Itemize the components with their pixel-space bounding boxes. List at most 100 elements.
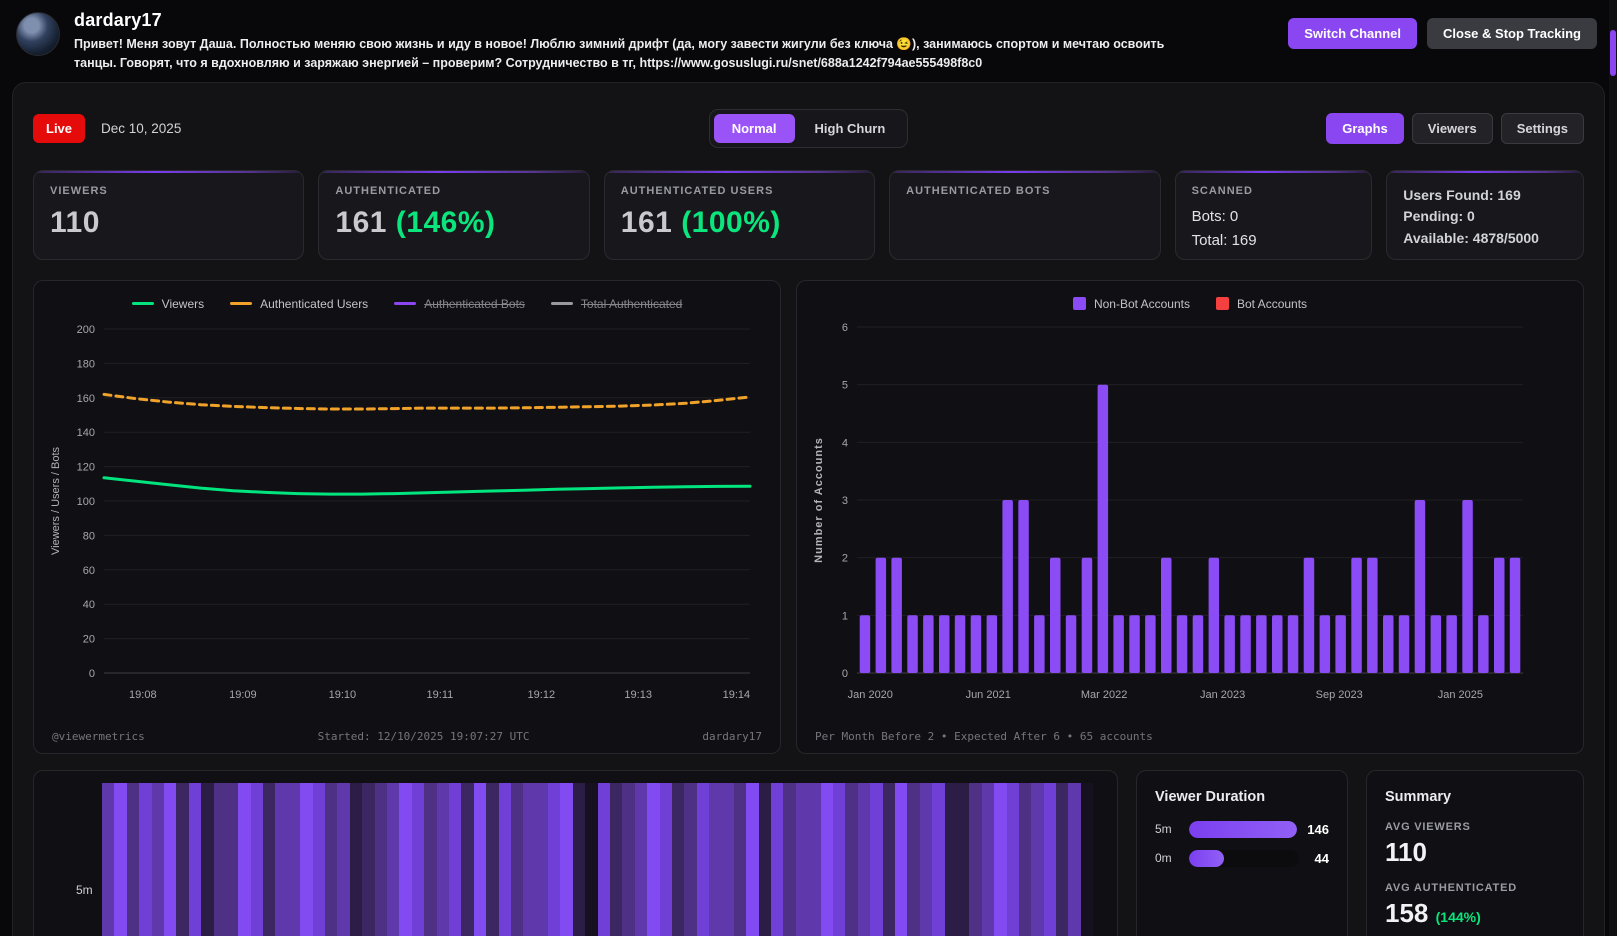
- card-viewers: VIEWERS 110: [33, 170, 304, 260]
- tab-settings[interactable]: Settings: [1501, 113, 1584, 144]
- heatmap-cell: [325, 783, 337, 936]
- bar: [1335, 615, 1346, 673]
- duration-value: 146: [1307, 822, 1329, 837]
- svg-text:Jan 2023: Jan 2023: [1200, 689, 1245, 701]
- svg-text:19:10: 19:10: [329, 689, 357, 701]
- authenticated-percent: (146%): [396, 206, 496, 239]
- heatmap-cell: [275, 783, 287, 936]
- scrollbar[interactable]: [1609, 0, 1617, 936]
- svg-text:Viewers / Users / Bots: Viewers / Users / Bots: [50, 446, 62, 554]
- heatmap-cell: [511, 783, 523, 936]
- avg-viewers-label: AVG VIEWERS: [1385, 821, 1565, 833]
- legend-item[interactable]: Authenticated Bots: [394, 297, 525, 311]
- switch-channel-button[interactable]: Switch Channel: [1288, 18, 1417, 49]
- bar: [876, 557, 887, 672]
- bar: [1288, 615, 1299, 673]
- bar: [1320, 615, 1331, 673]
- tab-graphs[interactable]: Graphs: [1326, 113, 1404, 144]
- bar: [955, 615, 966, 673]
- heatmap-cell: [746, 783, 758, 936]
- bar: [1494, 557, 1505, 672]
- summary-title: Summary: [1385, 789, 1565, 805]
- churn-mode-toggle: Normal High Churn: [709, 109, 909, 148]
- toggle-high-churn[interactable]: High Churn: [797, 114, 904, 143]
- legend-item[interactable]: Total Authenticated: [551, 297, 682, 311]
- heatmap-cell: [870, 783, 882, 936]
- heatmap-cell: [858, 783, 870, 936]
- heatmap-cell: [945, 783, 957, 936]
- legend-item[interactable]: Bot Accounts: [1216, 297, 1307, 311]
- heatmap-cell: [722, 783, 734, 936]
- bottom-row: 5m Viewer Duration 5m1460m44 Summary AVG…: [33, 770, 1584, 936]
- svg-text:100: 100: [77, 496, 95, 508]
- toggle-normal[interactable]: Normal: [714, 114, 795, 143]
- svg-text:19:08: 19:08: [129, 689, 157, 701]
- heatmap-cell: [845, 783, 857, 936]
- bar-footer-text: Per Month Before 2 • Expected After 6 • …: [815, 730, 1153, 743]
- bar: [939, 615, 950, 673]
- bar: [1272, 615, 1283, 673]
- svg-text:Sep 2023: Sep 2023: [1316, 689, 1363, 701]
- bar: [971, 615, 982, 673]
- svg-text:19:11: 19:11: [427, 689, 454, 701]
- heatmap-cell: [536, 783, 548, 936]
- bar: [1082, 557, 1093, 672]
- heatmap-cell: [771, 783, 783, 936]
- heatmap-cell: [214, 783, 226, 936]
- heatmap-row-label: 5m: [76, 883, 93, 897]
- heatmap-cell: [598, 783, 610, 936]
- card-authenticated-users: AUTHENTICATED USERS 161 (100%): [604, 170, 875, 260]
- heatmap-cell: [164, 783, 176, 936]
- bar: [1351, 557, 1362, 672]
- bar: [1431, 615, 1442, 673]
- heatmap-cell: [399, 783, 411, 936]
- bar: [1383, 615, 1394, 673]
- legend-item[interactable]: Viewers: [132, 297, 204, 311]
- legend-label: Viewers: [162, 297, 204, 311]
- card-label: AUTHENTICATED: [335, 185, 572, 197]
- svg-text:180: 180: [77, 358, 95, 370]
- heatmap-cell: [461, 783, 473, 936]
- heatmap-cell: [548, 783, 560, 936]
- heatmap-cell: [759, 783, 771, 936]
- close-stop-tracking-button[interactable]: Close & Stop Tracking: [1427, 18, 1597, 49]
- line-chart-legend: Viewers Authenticated Users Authenticated …: [46, 291, 768, 315]
- viewers-value: 110: [50, 206, 287, 240]
- heatmap-cell: [152, 783, 164, 936]
- stats-row: VIEWERS 110 AUTHENTICATED 161 (146%) AUT…: [33, 170, 1584, 260]
- heatmap-cell: [783, 783, 795, 936]
- heatmap-cell: [362, 783, 374, 936]
- bar: [1510, 557, 1521, 672]
- heatmap-cell: [263, 783, 275, 936]
- scrollbar-thumb[interactable]: [1610, 30, 1616, 76]
- channel-avatar[interactable]: [16, 12, 60, 56]
- heatmap-cell: [300, 783, 312, 936]
- legend-item[interactable]: Authenticated Users: [230, 297, 368, 311]
- avg-authenticated-percent: (144%): [1436, 909, 1481, 925]
- svg-text:Jan 2025: Jan 2025: [1438, 689, 1483, 701]
- bar: [1240, 615, 1251, 673]
- avg-authenticated-label: AVG AUTHENTICATED: [1385, 882, 1565, 894]
- bar: [1018, 500, 1029, 673]
- legend-item[interactable]: Non-Bot Accounts: [1073, 297, 1190, 311]
- svg-text:160: 160: [77, 393, 95, 405]
- duration-bar-fill: [1189, 821, 1298, 838]
- svg-text:19:13: 19:13: [624, 689, 652, 701]
- card-label: AUTHENTICATED BOTS: [906, 185, 1143, 197]
- avg-viewers-value: 110: [1385, 837, 1565, 868]
- card-label: AUTHENTICATED USERS: [621, 185, 858, 197]
- heatmap-cell: [387, 783, 399, 936]
- legend-swatch: [230, 302, 252, 305]
- heatmap-cell: [437, 783, 449, 936]
- heatmap-cell: [1007, 783, 1019, 936]
- heatmap-cell: [189, 783, 201, 936]
- heatmap-cell: [585, 783, 597, 936]
- bar: [1462, 500, 1473, 673]
- bar: [1145, 615, 1156, 673]
- tab-viewers[interactable]: Viewers: [1412, 113, 1493, 144]
- heatmap-cell: [251, 783, 263, 936]
- bar: [1399, 615, 1410, 673]
- bar: [1446, 615, 1457, 673]
- heatmap-cell: [969, 783, 981, 936]
- heatmap-cell: [920, 783, 932, 936]
